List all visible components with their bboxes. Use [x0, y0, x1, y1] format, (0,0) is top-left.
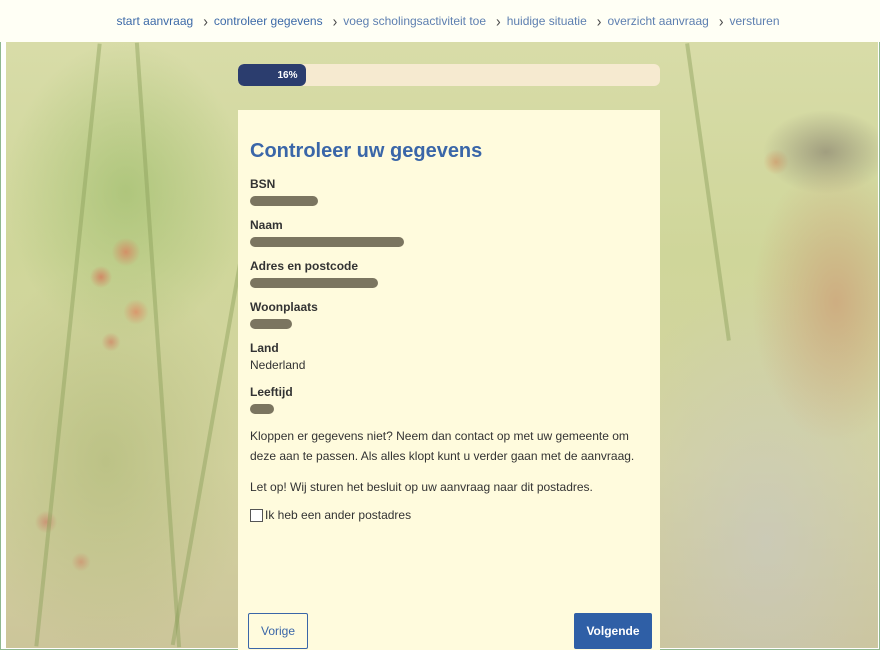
checkbox-label: Ik heb een ander postadres	[265, 508, 412, 522]
field-label: Woonplaats	[250, 300, 318, 314]
field-value: Nederland	[250, 358, 306, 372]
other-postal-address-checkbox[interactable]	[250, 508, 263, 522]
chevron-right-icon: ›	[718, 12, 724, 30]
field-adres-postcode: Adres en postcode	[250, 259, 648, 288]
field-naam: Naam	[250, 218, 648, 247]
breadcrumb-item-start-aanvraag[interactable]: start aanvraag	[116, 14, 193, 28]
page-title: Controleer uw gegevens	[250, 140, 483, 162]
progress-label: 16%	[277, 69, 298, 81]
previous-button[interactable]: Vorige	[248, 613, 308, 649]
breadcrumb-item-controleer-gegevens[interactable]: controleer gegevens	[214, 14, 323, 28]
other-postal-address-option[interactable]: Ik heb een ander postadres	[250, 508, 648, 522]
postal-address-note: Let op! Wij sturen het besluit op uw aan…	[250, 480, 593, 494]
redacted-value	[250, 278, 378, 288]
redacted-value	[250, 404, 274, 414]
redacted-value	[250, 237, 404, 247]
progress-bar: 16%	[238, 64, 660, 86]
breadcrumb-item-voeg-scholingsactiviteit-toe[interactable]: voeg scholingsactiviteit toe	[343, 14, 486, 28]
breadcrumb: start aanvraag › controleer gegevens › v…	[0, 0, 880, 42]
field-label: Land	[250, 341, 279, 355]
field-label: Leeftijd	[250, 385, 293, 399]
chevron-right-icon: ›	[203, 12, 208, 30]
breadcrumb-item-huidige-situatie[interactable]: huidige situatie	[507, 14, 587, 28]
progress-bar-fill: 16%	[238, 64, 306, 86]
correction-note: Kloppen er gegevens niet? Neem dan conta…	[250, 429, 635, 463]
field-bsn: BSN	[250, 177, 648, 206]
field-leeftijd: Leeftijd	[250, 385, 648, 414]
details-card: Controleer uw gegevens BSN Naam Adres en…	[238, 110, 660, 650]
field-woonplaats: Woonplaats	[250, 300, 648, 329]
field-label: BSN	[250, 177, 276, 191]
chevron-right-icon: ›	[596, 12, 602, 30]
field-land: Land Nederland	[250, 341, 648, 373]
breadcrumb-item-versturen[interactable]: versturen	[730, 14, 780, 28]
chevron-right-icon: ›	[496, 12, 501, 30]
next-button[interactable]: Volgende	[574, 613, 652, 649]
chevron-right-icon: ›	[332, 12, 338, 30]
field-label: Adres en postcode	[250, 259, 359, 273]
redacted-value	[250, 319, 292, 329]
breadcrumb-item-overzicht-aanvraag[interactable]: overzicht aanvraag	[607, 14, 708, 28]
field-label: Naam	[250, 218, 283, 232]
redacted-value	[250, 196, 318, 206]
